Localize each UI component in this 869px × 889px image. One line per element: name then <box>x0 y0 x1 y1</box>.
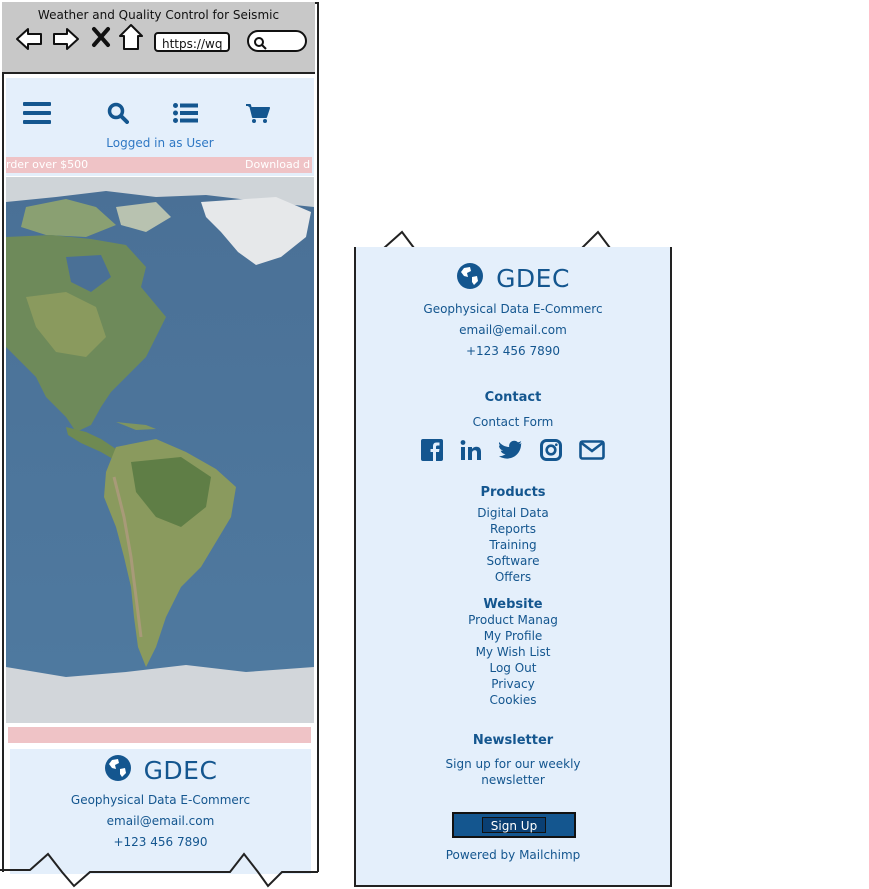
promo-text-right: Download d <box>245 158 311 171</box>
promo-text-left: rder over $500 <box>6 158 89 171</box>
promo-ticker[interactable]: rder over $500 Download d <box>6 157 312 173</box>
website-item-product-manag[interactable]: Product Manag <box>356 612 670 628</box>
brand-name: GDEC <box>496 263 570 293</box>
url-bar[interactable]: https://wq <box>154 32 230 52</box>
website-item-my-profile[interactable]: My Profile <box>356 628 670 644</box>
world-map-image <box>6 177 314 723</box>
newsletter-text-line2: newsletter <box>481 773 545 787</box>
footer-brand[interactable]: GDEC <box>10 754 311 786</box>
products-heading: Products <box>480 485 546 500</box>
website-item-privacy[interactable]: Privacy <box>356 676 670 692</box>
search-icon[interactable] <box>107 102 129 128</box>
products-item-training[interactable]: Training <box>356 537 670 553</box>
products-item-digital-data[interactable]: Digital Data <box>356 505 670 521</box>
footer-divider-bar <box>8 727 311 743</box>
twitter-icon[interactable] <box>499 439 523 461</box>
back-arrow-icon[interactable] <box>15 26 43 52</box>
newsletter-text: Sign up for our weekly newsletter <box>356 756 670 788</box>
linkedin-icon[interactable] <box>460 439 482 461</box>
website-heading: Website <box>483 597 543 612</box>
instagram-icon[interactable] <box>540 439 562 461</box>
home-icon[interactable] <box>118 23 144 51</box>
powered-by-mailchimp[interactable]: Powered by Mailchimp <box>356 848 670 862</box>
contact-heading: Contact <box>484 390 542 405</box>
footer-brand[interactable]: GDEC <box>356 262 670 294</box>
forward-arrow-icon[interactable] <box>52 26 80 52</box>
products-item-reports[interactable]: Reports <box>356 521 670 537</box>
search-icon <box>253 35 267 54</box>
globe-icon <box>456 262 484 294</box>
browser-toolbar: Weather and Quality Control for Seismic … <box>2 2 315 74</box>
company-name: Geophysical Data E-Commerc <box>70 793 251 807</box>
newsletter-heading: Newsletter <box>472 733 554 748</box>
sign-up-button[interactable]: Sign Up <box>482 817 546 833</box>
website-item-log-out[interactable]: Log Out <box>356 660 670 676</box>
email-link[interactable]: email@email.com <box>356 323 670 337</box>
newsletter-text-line1: Sign up for our weekly <box>445 757 581 771</box>
envelope-icon[interactable] <box>579 439 605 461</box>
products-list: Digital Data Reports Training Software O… <box>356 505 670 585</box>
close-icon[interactable] <box>91 26 111 48</box>
website-item-my-wish-list[interactable]: My Wish List <box>356 644 670 660</box>
signup-bar: Sign Up <box>452 812 576 838</box>
torn-edge-bottom <box>0 852 318 888</box>
contact-form-link[interactable]: Contact Form <box>356 415 670 429</box>
products-item-offers[interactable]: Offers <box>356 569 670 585</box>
globe-icon <box>104 754 132 786</box>
company-name: Geophysical Data E-Commerc <box>423 302 603 316</box>
brand-name: GDEC <box>143 755 218 785</box>
products-item-software[interactable]: Software <box>356 553 670 569</box>
website-item-cookies[interactable]: Cookies <box>356 692 670 708</box>
browser-title: Weather and Quality Control for Seismic <box>37 8 280 22</box>
social-links <box>356 439 670 461</box>
browser-search-field[interactable] <box>247 30 307 52</box>
email-link[interactable]: email@email.com <box>10 814 311 828</box>
list-icon[interactable] <box>173 103 198 127</box>
menu-icon[interactable] <box>23 101 51 129</box>
phone-number[interactable]: +123 456 7890 <box>356 344 670 358</box>
expanded-footer: GDEC Geophysical Data E-Commerc email@em… <box>354 247 672 887</box>
phone-number[interactable]: +123 456 7890 <box>10 835 311 849</box>
website-list: Product Manag My Profile My Wish List Lo… <box>356 612 670 708</box>
facebook-icon[interactable] <box>421 439 443 461</box>
cart-icon[interactable] <box>246 104 270 128</box>
logged-in-status[interactable]: Logged in as User <box>6 136 314 150</box>
